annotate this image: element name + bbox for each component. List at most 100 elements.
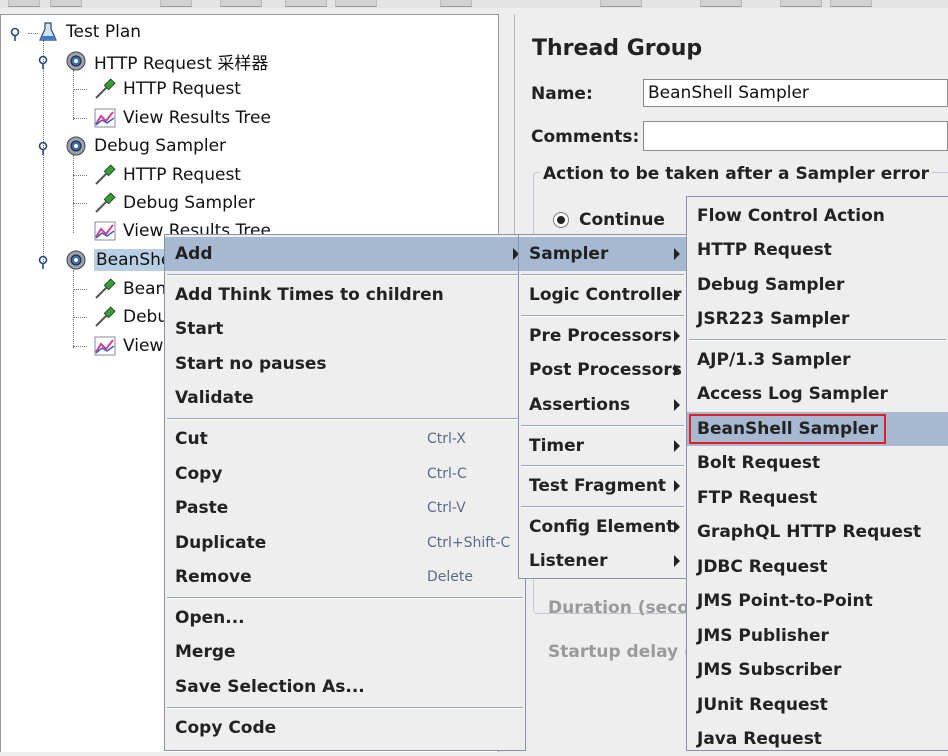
toolbar-button[interactable] (780, 0, 822, 7)
menu-item-logic-controller[interactable]: Logic Controller (519, 278, 686, 312)
chart-icon (91, 219, 119, 243)
comments-label: Comments: (531, 127, 640, 147)
expand-handle-icon[interactable] (9, 27, 21, 41)
tree-node-thread-group-selected[interactable]: BeanShe (62, 247, 174, 273)
menu-separator (521, 315, 684, 317)
chevron-right-icon (674, 330, 680, 342)
menu-separator (521, 465, 684, 467)
expand-handle-icon[interactable] (37, 255, 49, 269)
menu-item-flow-control-action[interactable]: Flow Control Action (687, 199, 948, 233)
tree-node-sampler[interactable]: Bean (91, 276, 166, 302)
continue-radio[interactable] (553, 212, 569, 228)
menu-item-add-think-times[interactable]: Add Think Times to children (165, 278, 525, 312)
menu-separator (521, 425, 684, 427)
toolbar (0, 0, 948, 8)
tree-node-label: Debug Sampler (94, 136, 227, 156)
menu-item-junit-request[interactable]: JUnit Request (687, 688, 948, 722)
tree-node-label: HTTP Request 采样器 (94, 53, 269, 74)
menu-separator (167, 597, 523, 599)
menu-item-jdbc-request[interactable]: JDBC Request (687, 550, 948, 584)
expand-handle-icon[interactable] (37, 55, 49, 69)
chevron-right-icon (674, 480, 680, 492)
menu-item-merge[interactable]: Merge (165, 635, 525, 669)
menu-item-bolt-request[interactable]: Bolt Request (687, 446, 948, 480)
menu-item-timer[interactable]: Timer (519, 429, 686, 463)
tree-node-sampler[interactable]: Debug Sampler (91, 190, 255, 216)
menu-item-paste[interactable]: Paste Ctrl-V (165, 491, 525, 525)
menu-item-open[interactable]: Open... (165, 601, 525, 635)
menu-item-save-selection[interactable]: Save Selection As... (165, 670, 525, 704)
toolbar-button[interactable] (285, 0, 327, 7)
expand-handle-icon[interactable] (37, 141, 49, 155)
page-title: Thread Group (532, 36, 703, 61)
gear-icon (62, 49, 90, 73)
pipette-icon (91, 77, 119, 101)
menu-separator (167, 418, 523, 420)
menu-item-add[interactable]: Add (165, 237, 525, 271)
menu-item-http-request[interactable]: HTTP Request (687, 233, 948, 267)
chevron-right-icon (674, 440, 680, 452)
chart-icon (91, 106, 119, 130)
toolbar-button[interactable] (335, 0, 377, 7)
comments-field[interactable] (643, 121, 948, 151)
gear-icon (62, 248, 90, 272)
toolbar-button[interactable] (600, 0, 642, 7)
chevron-right-icon (674, 399, 680, 411)
menu-item-copy[interactable]: Copy Ctrl-C (165, 457, 525, 491)
menu-item-cut[interactable]: Cut Ctrl-X (165, 422, 525, 456)
menu-item-assertions[interactable]: Assertions (519, 388, 686, 422)
menu-item-ftp-request[interactable]: FTP Request (687, 481, 948, 515)
tree-node-thread-group[interactable]: Debug Sampler (62, 133, 226, 159)
menu-item-jsr223-sampler[interactable]: JSR223 Sampler (687, 302, 948, 336)
toolbar-button[interactable] (50, 0, 82, 7)
menu-item-sampler[interactable]: Sampler (519, 237, 686, 271)
menu-item-validate[interactable]: Validate (165, 381, 525, 415)
menu-item-jms-subscriber[interactable]: JMS Subscriber (687, 653, 948, 687)
context-menu: Add Add Think Times to children Start St… (164, 234, 526, 751)
pipette-icon (91, 305, 119, 329)
toolbar-button[interactable] (830, 0, 872, 7)
menu-item-start-no-pauses[interactable]: Start no pauses (165, 347, 525, 381)
tree-node-label: HTTP Request (123, 165, 241, 185)
tree-node-label: View (123, 336, 164, 356)
menu-item-config-element[interactable]: Config Element (519, 510, 686, 544)
menu-item-ajp-sampler[interactable]: AJP/1.3 Sampler (687, 343, 948, 377)
tree-node-sampler[interactable]: HTTP Request (91, 162, 241, 188)
tree-node-sampler[interactable]: Debu (91, 304, 168, 330)
toolbar-button[interactable] (8, 0, 40, 7)
menu-item-start[interactable]: Start (165, 312, 525, 346)
tree-node-label: BeanShe (94, 249, 174, 271)
sampler-error-group-title: Action to be taken after a Sampler error (540, 164, 933, 184)
startup-delay-label: Startup delay (s (548, 642, 702, 662)
menu-item-test-fragment[interactable]: Test Fragment (519, 469, 686, 503)
menu-item-post-processors[interactable]: Post Processors (519, 353, 686, 387)
toolbar-button[interactable] (440, 0, 472, 7)
sampler-submenu: Flow Control Action HTTP Request Debug S… (686, 196, 948, 751)
toolbar-button[interactable] (700, 0, 742, 7)
menu-item-graphql-http-request[interactable]: GraphQL HTTP Request (687, 515, 948, 549)
tree-node-label: HTTP Request (123, 79, 241, 99)
duration-label: Duration (secon (548, 598, 701, 618)
menu-item-duplicate[interactable]: Duplicate Ctrl+Shift-C (165, 526, 525, 560)
toolbar-button[interactable] (220, 0, 262, 7)
tree-node-sampler[interactable]: HTTP Request (91, 76, 241, 102)
menu-item-remove[interactable]: Remove Delete (165, 560, 525, 594)
menu-item-jms-publisher[interactable]: JMS Publisher (687, 619, 948, 653)
menu-item-beanshell-sampler[interactable]: BeanShell Sampler (687, 412, 948, 446)
continue-label: Continue (579, 210, 665, 230)
tree-node-thread-group[interactable]: HTTP Request 采样器 (62, 48, 268, 74)
menu-item-pre-processors[interactable]: Pre Processors (519, 319, 686, 353)
menu-item-jms-point-to-point[interactable]: JMS Point-to-Point (687, 584, 948, 618)
name-field[interactable]: BeanShell Sampler (643, 79, 948, 107)
tree-node-test-plan[interactable]: Test Plan (34, 19, 141, 45)
menu-item-listener[interactable]: Listener (519, 544, 686, 578)
tree-node-label: Bean (123, 279, 167, 299)
menu-separator (521, 274, 684, 276)
tree-node-label: Debu (123, 307, 169, 327)
tree-node-listener[interactable]: View Results Tree (91, 105, 271, 131)
toolbar-button[interactable] (160, 0, 192, 7)
menu-item-debug-sampler[interactable]: Debug Sampler (687, 268, 948, 302)
tree-node-listener[interactable]: View (91, 333, 163, 359)
menu-item-access-log-sampler[interactable]: Access Log Sampler (687, 377, 948, 411)
menu-item-copy-code[interactable]: Copy Code (165, 711, 525, 745)
